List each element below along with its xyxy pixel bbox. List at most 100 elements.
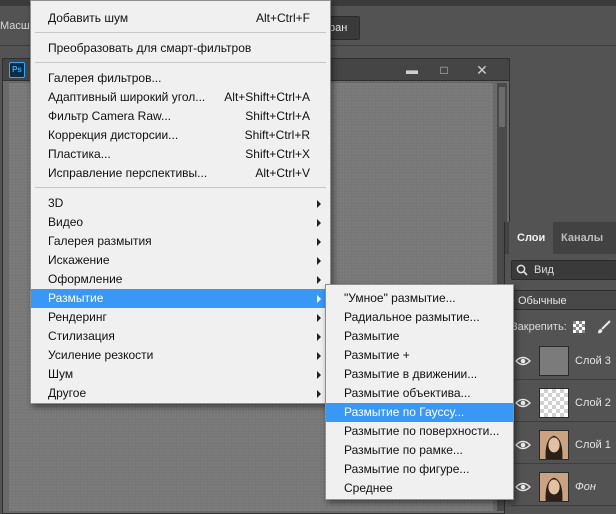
submenu-arrow-icon bbox=[317, 333, 321, 341]
menu-item-label: Размытие по рамке... bbox=[344, 443, 463, 457]
layer-thumbnail bbox=[539, 430, 569, 460]
menu-item-label: Размытие bbox=[48, 291, 104, 305]
lock-transparency-icon[interactable] bbox=[573, 321, 585, 333]
menu-item-label: Размытие в движении... bbox=[344, 367, 478, 381]
submenu-item-gaussian-blur[interactable]: Размытие по Гауссу... bbox=[326, 403, 513, 422]
scrollbar-thumb[interactable] bbox=[499, 87, 505, 127]
minimize-icon[interactable]: ▬ bbox=[399, 61, 425, 79]
submenu-item-blur[interactable]: Размытие bbox=[326, 327, 513, 346]
layers-panel-tabs: Слои Каналы bbox=[505, 222, 616, 254]
filter-menu: Добавить шум Alt+Ctrl+F Преобразовать дл… bbox=[30, 0, 331, 404]
menu-item-label: Фильтр Camera Raw... bbox=[48, 109, 172, 123]
menu-item-label: Пластика... bbox=[48, 147, 111, 161]
menu-item-convert-smart-filters[interactable]: Преобразовать для смарт-фильтров bbox=[31, 39, 330, 58]
submenu-item-average[interactable]: Среднее bbox=[326, 479, 513, 498]
layer-row[interactable]: Слой 1 bbox=[511, 426, 616, 464]
menu-item-pixelate[interactable]: Оформление bbox=[31, 270, 330, 289]
menu-item-label: Галерея фильтров... bbox=[48, 71, 162, 85]
menu-item-vanishing-point[interactable]: Исправление перспективы... Alt+Ctrl+V bbox=[31, 164, 330, 183]
layer-name: Слой 1 bbox=[575, 439, 611, 451]
submenu-arrow-icon bbox=[317, 200, 321, 208]
submenu-item-box-blur[interactable]: Размытие по рамке... bbox=[326, 441, 513, 460]
menu-item-video[interactable]: Видео bbox=[31, 213, 330, 232]
menu-item-sharpen[interactable]: Усиление резкости bbox=[31, 346, 330, 365]
submenu-item-smart-blur[interactable]: "Умное" размытие... bbox=[326, 289, 513, 308]
lock-label: Закрепить: bbox=[511, 321, 567, 333]
submenu-arrow-icon bbox=[317, 390, 321, 398]
submenu-item-blur-more[interactable]: Размытие + bbox=[326, 346, 513, 365]
maximize-icon[interactable]: □ bbox=[431, 61, 457, 79]
menu-separator bbox=[35, 62, 326, 63]
layer-thumbnail bbox=[539, 388, 569, 418]
menu-item-label: Усиление резкости bbox=[48, 348, 154, 362]
submenu-item-surface-blur[interactable]: Размытие по поверхности... bbox=[326, 422, 513, 441]
layer-name: Фон bbox=[575, 481, 596, 493]
submenu-item-radial-blur[interactable]: Радиальное размытие... bbox=[326, 308, 513, 327]
menu-item-shortcut: Shift+Ctrl+X bbox=[245, 147, 310, 161]
menu-item-other[interactable]: Другое bbox=[31, 384, 330, 403]
layer-name: Слой 3 bbox=[575, 355, 611, 367]
menu-item-render[interactable]: Рендеринг bbox=[31, 308, 330, 327]
layers-panel: Слои Каналы Вид Обычные Закрепить: Слой … bbox=[504, 222, 616, 514]
search-icon bbox=[516, 264, 528, 276]
layer-row[interactable]: Слой 3 bbox=[511, 342, 616, 380]
menu-item-filter-gallery[interactable]: Галерея фильтров... bbox=[31, 69, 330, 88]
eye-icon[interactable] bbox=[515, 396, 531, 410]
menu-item-add-noise[interactable]: Добавить шум Alt+Ctrl+F bbox=[31, 9, 330, 28]
submenu-item-shape-blur[interactable]: Размытие по фигуре... bbox=[326, 460, 513, 479]
menu-item-label: Исправление перспективы... bbox=[48, 166, 208, 180]
layer-row[interactable]: Фон bbox=[511, 468, 616, 506]
menu-item-blur[interactable]: Размытие bbox=[31, 289, 330, 308]
eye-icon[interactable] bbox=[515, 438, 531, 452]
menu-item-label: Видео bbox=[48, 215, 84, 229]
menu-item-label: Шум bbox=[48, 367, 74, 381]
menu-item-shortcut: Shift+Ctrl+R bbox=[244, 128, 310, 142]
menu-item-distort[interactable]: Искажение bbox=[31, 251, 330, 270]
menu-item-label: Размытие + bbox=[344, 348, 410, 362]
tab-layers[interactable]: Слои bbox=[509, 222, 554, 254]
layer-filter-label: Вид bbox=[534, 264, 554, 276]
menu-item-shortcut: Alt+Ctrl+F bbox=[255, 11, 310, 25]
menu-item-label: Размытие bbox=[344, 329, 400, 343]
menu-item-blur-gallery[interactable]: Галерея размытия bbox=[31, 232, 330, 251]
menu-item-label: Размытие по поверхности... bbox=[344, 424, 500, 438]
menu-item-label: Другое bbox=[48, 386, 87, 400]
menu-item-label: Адаптивный широкий угол... bbox=[48, 90, 206, 104]
layer-name: Слой 2 bbox=[575, 397, 611, 409]
eye-icon[interactable] bbox=[515, 480, 531, 494]
menu-item-label: "Умное" размытие... bbox=[344, 291, 456, 305]
close-icon[interactable]: ✕ bbox=[469, 61, 495, 79]
submenu-arrow-icon bbox=[317, 352, 321, 360]
submenu-item-motion-blur[interactable]: Размытие в движении... bbox=[326, 365, 513, 384]
tab-channels[interactable]: Каналы bbox=[553, 222, 611, 254]
lock-pixels-icon[interactable] bbox=[595, 318, 613, 336]
layer-row[interactable]: Слой 2 bbox=[511, 384, 616, 422]
blur-submenu: "Умное" размытие... Радиальное размытие.… bbox=[325, 284, 514, 500]
menu-item-camera-raw[interactable]: Фильтр Camera Raw... Shift+Ctrl+A bbox=[31, 107, 330, 126]
menu-item-label: Размытие по Гауссу... bbox=[344, 405, 465, 419]
blend-mode-select[interactable]: Обычные bbox=[511, 290, 616, 310]
eye-icon[interactable] bbox=[515, 354, 531, 368]
menu-item-label: Оформление bbox=[48, 272, 123, 286]
menu-item-lens-correction[interactable]: Коррекция дисторсии... Shift+Ctrl+R bbox=[31, 126, 330, 145]
menu-item-label: Преобразовать для смарт-фильтров bbox=[48, 41, 252, 55]
menu-item-stylize[interactable]: Стилизация bbox=[31, 327, 330, 346]
menu-item-noise[interactable]: Шум bbox=[31, 365, 330, 384]
layer-filter-search[interactable]: Вид bbox=[511, 260, 616, 280]
submenu-arrow-icon bbox=[317, 257, 321, 265]
submenu-arrow-icon bbox=[317, 295, 321, 303]
menu-item-shortcut: Alt+Ctrl+V bbox=[255, 166, 310, 180]
menu-item-liquify[interactable]: Пластика... Shift+Ctrl+X bbox=[31, 145, 330, 164]
layer-thumbnail bbox=[539, 346, 569, 376]
menu-separator bbox=[35, 187, 326, 188]
submenu-item-lens-blur[interactable]: Размытие объектива... bbox=[326, 384, 513, 403]
menu-item-adaptive-wide-angle[interactable]: Адаптивный широкий угол... Alt+Shift+Ctr… bbox=[31, 88, 330, 107]
menu-item-label: Среднее bbox=[344, 481, 393, 495]
menu-item-3d[interactable]: 3D bbox=[31, 194, 330, 213]
menu-item-label: Коррекция дисторсии... bbox=[48, 128, 179, 142]
menu-item-label: Размытие объектива... bbox=[344, 386, 471, 400]
menu-item-label: Рендеринг bbox=[48, 310, 107, 324]
menu-item-label: Галерея размытия bbox=[48, 234, 152, 248]
submenu-arrow-icon bbox=[317, 371, 321, 379]
menu-item-label: 3D bbox=[48, 196, 64, 210]
